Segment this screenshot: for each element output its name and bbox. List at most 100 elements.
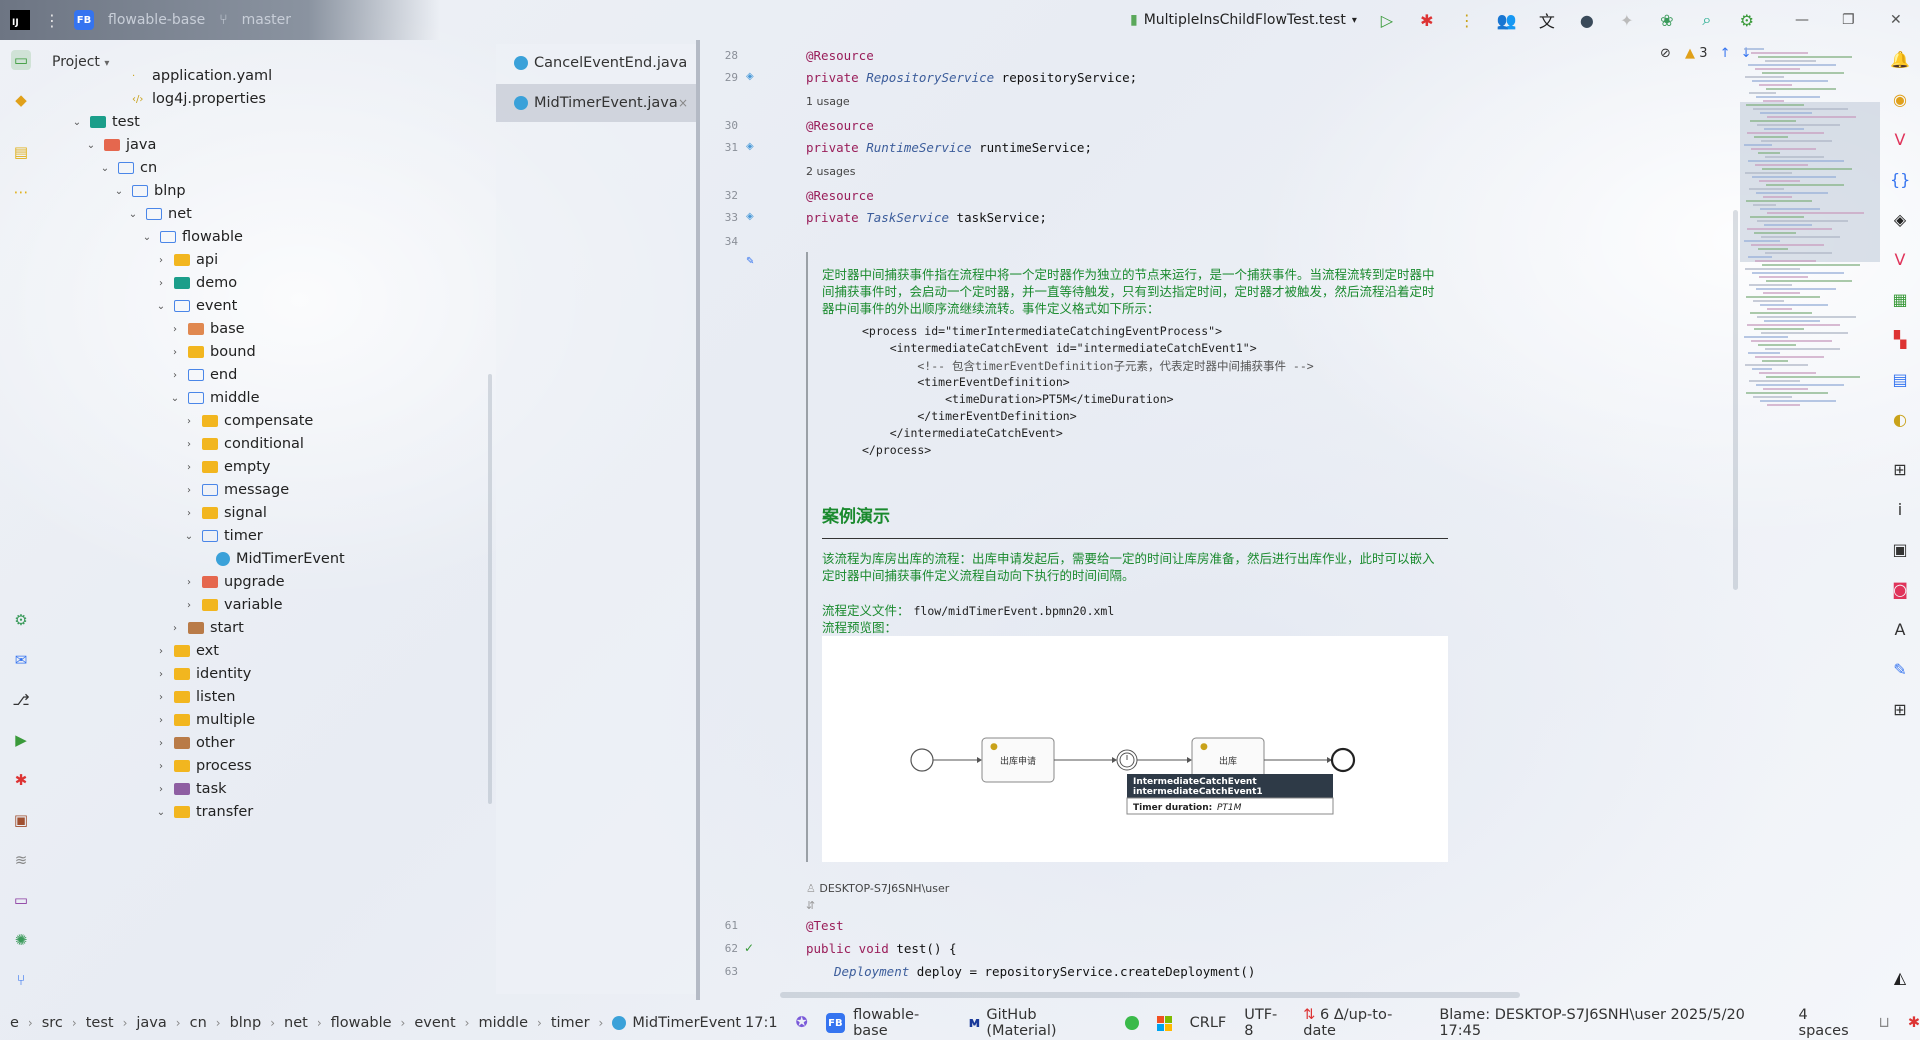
chevron-right-icon[interactable]: › bbox=[168, 324, 182, 335]
rainbow-icon[interactable]: ◙ bbox=[1890, 580, 1910, 600]
fold-indicator[interactable]: ⇵ bbox=[806, 899, 815, 912]
chevron-down-icon[interactable]: ⌄ bbox=[182, 531, 196, 542]
info-icon[interactable]: i bbox=[1890, 500, 1910, 520]
breadcrumb-item[interactable]: event bbox=[414, 1015, 455, 1031]
more-tools-icon[interactable]: ⋯ bbox=[11, 182, 31, 202]
project-tool-icon[interactable]: ▭ bbox=[11, 50, 31, 70]
chevron-right-icon[interactable]: › bbox=[154, 761, 168, 772]
editor-vertical-scrollbar[interactable] bbox=[1733, 210, 1738, 590]
project-name-dropdown[interactable]: flowable-base bbox=[108, 12, 205, 28]
chevron-right-icon[interactable]: › bbox=[154, 646, 168, 657]
chevron-down-icon[interactable]: ⌄ bbox=[70, 117, 84, 128]
arrow-up-icon[interactable]: ↑ bbox=[1720, 46, 1731, 61]
chevron-right-icon[interactable]: › bbox=[154, 669, 168, 680]
main-menu-icon[interactable]: ⋮ bbox=[44, 11, 60, 30]
chevron-down-icon[interactable]: ⌄ bbox=[84, 140, 98, 151]
chevron-down-icon[interactable]: ⌄ bbox=[154, 301, 168, 312]
breadcrumb-item[interactable]: e bbox=[10, 1015, 19, 1031]
usage-hint[interactable]: 1 usage bbox=[806, 95, 850, 108]
branch-dropdown[interactable]: master bbox=[242, 12, 291, 28]
structure-tool-icon[interactable]: ▤ bbox=[11, 142, 31, 162]
chevron-right-icon[interactable]: › bbox=[154, 255, 168, 266]
editor-horizontal-scrollbar[interactable] bbox=[780, 992, 1520, 998]
tree-item[interactable]: ⌄ transfer bbox=[154, 798, 253, 826]
plugin-icon[interactable]: ✦ bbox=[1617, 11, 1637, 30]
structure-icon[interactable]: ⊞ bbox=[1890, 700, 1910, 720]
bean-gutter-icon[interactable]: ◈ bbox=[746, 211, 754, 222]
breadcrumb-item[interactable]: net bbox=[284, 1015, 308, 1031]
services-tool-icon[interactable]: ⚙ bbox=[11, 610, 31, 630]
vue-icon[interactable]: V bbox=[1890, 130, 1910, 150]
chevron-right-icon[interactable]: › bbox=[182, 508, 196, 519]
close-window-button[interactable]: ✕ bbox=[1890, 0, 1902, 40]
debug-icon[interactable]: ✱ bbox=[1417, 11, 1437, 30]
chevron-right-icon[interactable]: › bbox=[182, 600, 196, 611]
breadcrumb-item[interactable]: blnp bbox=[230, 1015, 262, 1031]
breadcrumb-item[interactable]: java bbox=[136, 1015, 166, 1031]
breadcrumb-item[interactable]: flowable bbox=[331, 1015, 392, 1031]
terminal-tool-icon[interactable]: ▭ bbox=[11, 890, 31, 910]
breadcrumb-item[interactable]: middle bbox=[478, 1015, 528, 1031]
hierarchy-icon[interactable]: ⊞ bbox=[1890, 460, 1910, 480]
chevron-down-icon[interactable]: ⌄ bbox=[154, 807, 168, 818]
text-icon[interactable]: A bbox=[1890, 620, 1910, 640]
chevron-down-icon[interactable]: ⌄ bbox=[126, 209, 140, 220]
open-file-item-active[interactable]: MidTimerEvent.java × bbox=[496, 84, 696, 122]
chevron-right-icon[interactable]: › bbox=[182, 416, 196, 427]
theme-widget[interactable]: ᴍ GitHub (Material) bbox=[968, 1007, 1107, 1039]
cursor-position[interactable]: 17:1 bbox=[745, 1015, 778, 1031]
maven-icon[interactable]: ◈ bbox=[1890, 210, 1910, 230]
chevron-down-icon[interactable]: ⌄ bbox=[140, 232, 154, 243]
chevron-right-icon[interactable]: › bbox=[182, 439, 196, 450]
layers-tool-icon[interactable]: ≋ bbox=[11, 850, 31, 870]
open-file-item[interactable]: CancelEventEnd.java bbox=[496, 44, 696, 82]
gradle-icon[interactable]: ◐ bbox=[1890, 410, 1910, 430]
chevron-right-icon[interactable]: › bbox=[154, 784, 168, 795]
translate-icon[interactable]: 文 bbox=[1537, 8, 1557, 32]
json-icon[interactable]: {} bbox=[1890, 170, 1910, 190]
database-icon[interactable]: ◉ bbox=[1890, 90, 1910, 110]
run-configuration-dropdown[interactable]: ▮ MultipleInsChildFlowTest.test ▾ bbox=[1130, 12, 1357, 28]
coverage-icon[interactable]: ▦ bbox=[1890, 290, 1910, 310]
bean-gutter-icon[interactable]: ◈ bbox=[746, 71, 754, 82]
vue-icon-2[interactable]: V bbox=[1890, 250, 1910, 270]
blame-info[interactable]: Blame: DESKTOP-S7J6SNH\user 2025/5/20 17… bbox=[1439, 1007, 1780, 1039]
chevron-right-icon[interactable]: › bbox=[154, 738, 168, 749]
chevron-down-icon[interactable]: ⌄ bbox=[112, 186, 126, 197]
save-icon[interactable]: ▣ bbox=[1890, 540, 1910, 560]
breadcrumb-item[interactable]: timer bbox=[551, 1015, 590, 1031]
test-passed-icon[interactable]: ✓ bbox=[744, 941, 754, 955]
chevron-right-icon[interactable]: › bbox=[154, 278, 168, 289]
chevron-right-icon[interactable]: › bbox=[168, 370, 182, 381]
windows-icon[interactable] bbox=[1156, 1015, 1172, 1031]
usage-hint[interactable]: 2 usages bbox=[806, 165, 855, 178]
project-tree-scrollbar[interactable] bbox=[488, 374, 492, 804]
inspection-widget[interactable]: ⊘ ▲ 3 ↑ ↓ bbox=[1660, 46, 1752, 61]
project-panel-header[interactable]: Project ▾ bbox=[52, 54, 109, 70]
panel-splitter[interactable] bbox=[696, 40, 700, 1000]
more-actions-icon[interactable]: ⋮ bbox=[1457, 11, 1477, 30]
lock-icon[interactable]: ⊔ bbox=[1879, 1015, 1890, 1031]
chevron-right-icon[interactable]: › bbox=[182, 462, 196, 473]
file-encoding[interactable]: UTF-8 bbox=[1244, 1007, 1285, 1039]
status-ok-icon[interactable] bbox=[1125, 1016, 1139, 1030]
database-tool-icon[interactable]: ▣ bbox=[11, 810, 31, 830]
project-badge[interactable]: FB bbox=[74, 10, 94, 30]
comments-tool-icon[interactable]: ✉ bbox=[11, 650, 31, 670]
minimize-button[interactable]: — bbox=[1795, 0, 1809, 40]
memory-icon[interactable]: ✱ bbox=[1908, 1015, 1920, 1031]
vcs-status[interactable]: ⇅ 6 Δ/up-to-date bbox=[1303, 1007, 1421, 1039]
palette-icon[interactable]: ▚ bbox=[1890, 330, 1910, 350]
chevron-right-icon[interactable]: › bbox=[154, 715, 168, 726]
breadcrumb-item[interactable]: MidTimerEvent bbox=[632, 1015, 741, 1031]
bean-gutter-icon[interactable]: ◈ bbox=[746, 141, 754, 152]
line-separator[interactable]: CRLF bbox=[1190, 1015, 1227, 1031]
problems-tool-icon[interactable]: ✺ bbox=[11, 930, 31, 950]
chevron-down-icon[interactable]: ⌄ bbox=[168, 393, 182, 404]
chevron-right-icon[interactable]: › bbox=[182, 577, 196, 588]
indent-setting[interactable]: 4 spaces bbox=[1799, 1007, 1861, 1039]
code-minimap[interactable] bbox=[1740, 44, 1880, 804]
breadcrumb-item[interactable]: src bbox=[42, 1015, 63, 1031]
debug-tool-icon[interactable]: ✱ bbox=[11, 770, 31, 790]
search-icon[interactable]: ⌕ bbox=[1697, 10, 1717, 30]
